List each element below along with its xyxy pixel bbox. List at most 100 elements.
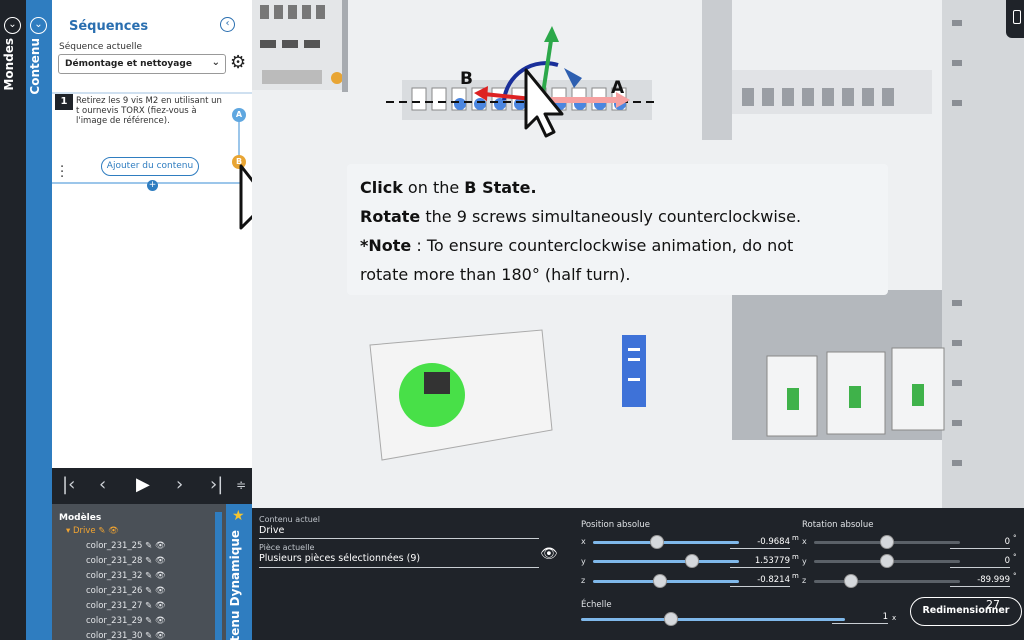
axis-z-label: z: [802, 576, 807, 585]
current-part-value: Plusieurs pièces sélectionnées (9): [259, 553, 421, 564]
divider: [259, 567, 539, 568]
chevron-down-icon[interactable]: ⌄: [4, 17, 21, 34]
current-content-label: Contenu actuel: [259, 515, 320, 524]
position-y-input[interactable]: 1.53779: [730, 556, 790, 568]
tooltip-text: : To ensure counterclockwise animation, …: [411, 236, 794, 255]
tooltip-text: on the: [402, 178, 465, 197]
sequence-select-value: Démontage et nettoyage: [65, 59, 192, 69]
previous-icon[interactable]: ‹: [99, 474, 106, 495]
rotation-label: Rotation absolue: [802, 520, 874, 530]
models-panel: Modèles ▾ Drive ✎ 👁 color_231_25 ✎ 👁 col…: [52, 504, 252, 640]
tab-contenu[interactable]: ⌄ Contenu: [26, 0, 52, 640]
position-label: Position absolue: [581, 520, 651, 530]
gizmo-label-a: A: [611, 78, 625, 98]
skip-first-icon[interactable]: |‹: [62, 474, 75, 495]
divider: [259, 538, 539, 539]
scale-unit: x: [892, 614, 897, 622]
scale-knob[interactable]: [663, 612, 678, 626]
rotation-z-knob[interactable]: [843, 574, 858, 588]
position-z-input[interactable]: -0.8214: [730, 575, 790, 587]
device-toggle[interactable]: [1006, 0, 1024, 38]
position-y-slider[interactable]: [593, 560, 739, 563]
axis-x-label: x: [581, 537, 586, 546]
rotation-z-input[interactable]: -89.999: [950, 575, 1010, 587]
scale-input[interactable]: 1: [832, 612, 888, 624]
tooltip-text: the 9 screws simultaneously counterclock…: [420, 207, 802, 226]
divider: [52, 92, 252, 94]
step-number: 1: [55, 94, 73, 110]
sequence-current-label: Séquence actuelle: [59, 42, 143, 52]
step-text: Retirez les 9 vis M2 en utilisant un t o…: [76, 96, 222, 126]
tree-item[interactable]: color_231_29 ✎ 👁: [66, 616, 216, 631]
gizmo-label-b: B: [460, 69, 473, 89]
tree-item-label: color_231_32: [86, 571, 143, 581]
playback-bar: |‹ ‹ ▶ › ›| ≑: [52, 468, 252, 504]
next-icon[interactable]: ›: [176, 474, 183, 495]
tooltip-line-1: Click on the B State.: [360, 173, 875, 202]
tree-item[interactable]: color_231_28 ✎ 👁: [66, 556, 216, 571]
position-unit: m: [792, 553, 799, 561]
collapse-left-icon[interactable]: ‹: [220, 17, 235, 32]
models-title: Modèles: [59, 513, 102, 523]
scrollbar[interactable]: [215, 512, 222, 640]
position-unit: m: [792, 534, 799, 542]
tree-item-label: color_231_29: [86, 616, 143, 626]
app-window: ⌄ Mondes ⌄ Contenu Séquences ‹ Séquence …: [0, 0, 1024, 640]
resize-button[interactable]: Redimensionner: [910, 597, 1022, 626]
position-x-input[interactable]: -0.9684: [730, 537, 790, 549]
tree-item-label: color_231_26: [86, 586, 143, 596]
skip-last-icon[interactable]: ›|: [210, 474, 223, 495]
tooltip-bold: Rotate: [360, 207, 421, 226]
rotation-unit: °: [1013, 534, 1017, 542]
rotation-z-slider[interactable]: [814, 580, 960, 583]
rotation-unit: °: [1013, 572, 1017, 580]
axis-y-label: y: [802, 557, 807, 566]
chevron-down-icon: ⌄: [211, 57, 220, 68]
tree-item[interactable]: color_231_30 ✎ 👁: [66, 631, 216, 640]
reorder-icon[interactable]: ≑: [236, 478, 246, 492]
models-tree: ▾ Drive ✎ 👁 color_231_25 ✎ 👁 color_231_2…: [66, 526, 216, 640]
gear-icon[interactable]: ⚙: [230, 52, 246, 73]
rotation-x-input[interactable]: 0: [950, 537, 1010, 549]
rotation-unit: °: [1013, 553, 1017, 561]
rotation-y-input[interactable]: 0: [950, 556, 1010, 568]
position-x-knob[interactable]: [650, 535, 665, 549]
tooltip-line-2: Rotate the 9 screws simultaneously count…: [360, 202, 875, 231]
phone-icon: [1013, 10, 1021, 24]
tree-item-label: color_231_28: [86, 556, 143, 566]
tab-mondes[interactable]: ⌄ Mondes: [0, 0, 26, 640]
rotation-y-knob[interactable]: [880, 554, 894, 568]
scale-slider[interactable]: [581, 618, 845, 621]
chevron-down-icon[interactable]: ⌄: [30, 17, 47, 34]
star-icon[interactable]: ★: [232, 508, 245, 524]
tree-root-label: Drive: [72, 526, 96, 536]
play-icon[interactable]: ▶: [136, 474, 150, 495]
axis-x-label: x: [802, 537, 807, 546]
instruction-tooltip: Click on the B State. Rotate the 9 screw…: [347, 164, 888, 295]
position-z-knob[interactable]: [653, 574, 668, 588]
axis-z-label: z: [581, 576, 586, 585]
page-number: 27: [986, 598, 1000, 611]
tree-item[interactable]: color_231_25 ✎ 👁: [66, 541, 216, 556]
plus-icon[interactable]: +: [147, 180, 158, 191]
position-unit: m: [792, 572, 799, 580]
drag-handle-icon[interactable]: · · ·: [60, 161, 64, 184]
current-part-label: Pièce actuelle: [259, 543, 315, 552]
tree-item[interactable]: color_231_26 ✎ 👁: [66, 586, 216, 601]
position-y-knob[interactable]: [685, 554, 700, 568]
rotation-x-knob[interactable]: [880, 535, 894, 549]
tree-item[interactable]: color_231_27 ✎ 👁: [66, 601, 216, 616]
position-x-slider[interactable]: [593, 541, 739, 544]
state-a-node[interactable]: A: [232, 108, 246, 122]
eye-icon[interactable]: 👁: [540, 546, 558, 562]
properties-panel: Contenu actuel Drive Pièce actuelle Plus…: [252, 508, 1024, 640]
tooltip-bold: B State.: [464, 178, 537, 197]
tree-item[interactable]: color_231_32 ✎ 👁: [66, 571, 216, 586]
add-content-button[interactable]: Ajouter du contenu: [101, 157, 199, 176]
tree-item-label: color_231_27: [86, 601, 143, 611]
tree-root[interactable]: ▾ Drive ✎ 👁: [66, 526, 216, 541]
tab-dynamic-content[interactable]: ★ Contenu Dynamique: [226, 504, 252, 640]
sequence-select[interactable]: Démontage et nettoyage ⌄: [58, 54, 226, 74]
tree-item-label: color_231_30: [86, 631, 143, 640]
current-content-value: Drive: [259, 525, 285, 536]
